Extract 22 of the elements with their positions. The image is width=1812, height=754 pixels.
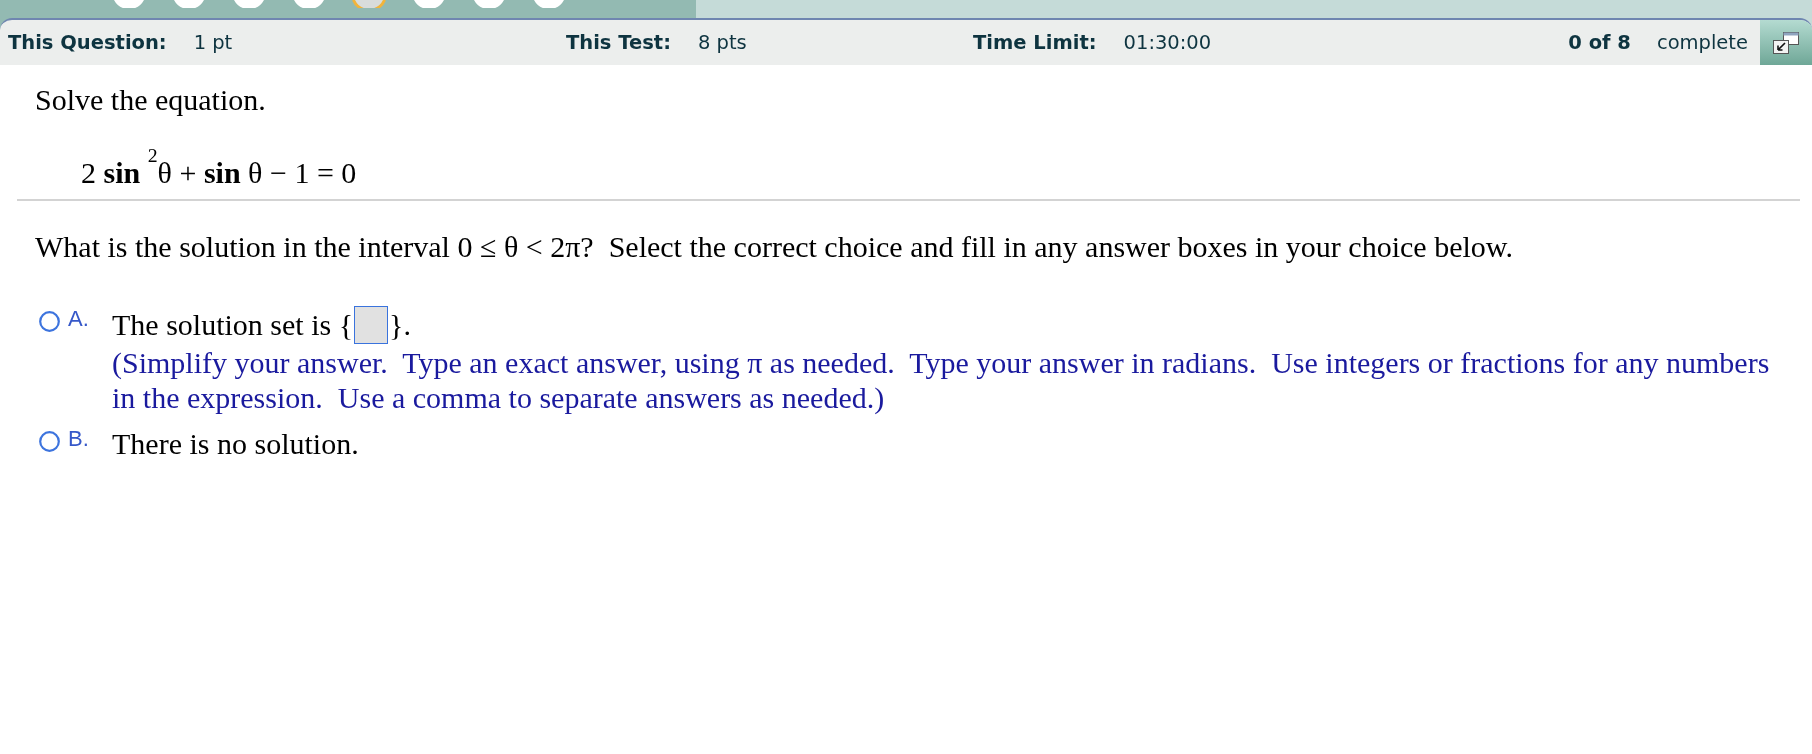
option-text: }.: [389, 307, 411, 343]
progress-count: 0 of 8: [1568, 29, 1631, 56]
instruction-text: Solve the equation.: [35, 82, 267, 117]
hint-text: (Simplify your answer. Type an exact answer, using π as needed. Type your answer in radians. Use integers or fractions for any numbers in the expression. Use a comma to separate answers as needed.): [112, 345, 1771, 415]
window-button[interactable]: [1760, 20, 1812, 65]
option-text: The solution set is {: [112, 307, 354, 343]
field-label: Time Limit:: [973, 29, 1097, 56]
field-value: 01:30:00: [1123, 29, 1212, 56]
option-letter: A.: [68, 308, 89, 330]
field-label: This Question:: [8, 29, 167, 56]
field-value: 1 pt: [193, 29, 233, 56]
option-letter: B.: [68, 428, 89, 450]
progress-label: complete: [1656, 29, 1748, 56]
radio-button[interactable]: [39, 431, 60, 452]
overlapping-windows-icon: [1772, 30, 1800, 55]
radio-button[interactable]: [39, 311, 60, 332]
field-value: 8 pts: [697, 29, 747, 56]
equation: 2 sin $^{2}$θ + sin θ − 1 = 0: [81, 147, 357, 191]
question-text: What is the solution in the interval 0 ≤ θ < 2π? Select the correct choice and fill in any answer boxes in your choice below.: [35, 229, 1514, 264]
answer-box[interactable]: [354, 306, 389, 344]
field-label: This Test:: [566, 29, 671, 56]
option-text: There is no solution.: [112, 426, 359, 461]
